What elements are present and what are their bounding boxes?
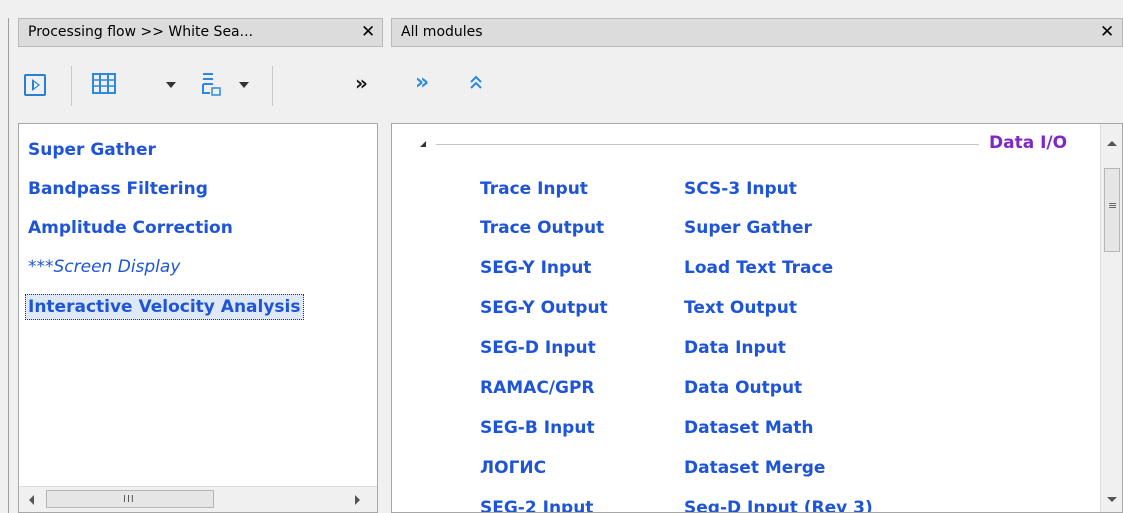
scroll-down-icon[interactable] <box>1107 497 1117 502</box>
horizontal-scrollbar[interactable]: III <box>19 486 377 512</box>
flow-list: Super Gather Bandpass Filtering Amplitud… <box>18 123 378 513</box>
chevron-down-icon[interactable] <box>239 82 249 88</box>
module-item[interactable]: SEG-Y Input <box>480 258 591 278</box>
module-item[interactable]: Text Output <box>684 298 797 318</box>
all-modules-tab[interactable]: All modules ✕ <box>391 18 1123 47</box>
scroll-up-icon[interactable] <box>1107 141 1117 146</box>
grip-icon: ≡ <box>1108 199 1118 212</box>
flow-item[interactable]: Bandpass Filtering <box>28 179 208 199</box>
flow-item[interactable]: Super Gather <box>28 140 156 160</box>
module-list: Data I/O Trace Input Trace Output SEG-Y … <box>391 123 1123 513</box>
columns-icon[interactable] <box>92 73 118 99</box>
toolbar-overflow-icon[interactable]: » <box>355 71 368 95</box>
modules-toolbar: » <box>391 60 1123 114</box>
group-divider <box>436 144 979 145</box>
module-item[interactable]: SEG-2 Input <box>480 498 593 512</box>
flow-item-selected[interactable]: Interactive Velocity Analysis <box>25 294 304 320</box>
module-item[interactable]: SCS-3 Input <box>684 179 797 199</box>
chevron-down-icon[interactable] <box>166 82 176 88</box>
close-icon[interactable]: ✕ <box>361 22 375 42</box>
scroll-right-icon[interactable] <box>355 495 360 505</box>
grip-icon: III <box>123 494 135 505</box>
module-item[interactable]: Dataset Merge <box>684 458 825 478</box>
module-item[interactable]: ЛОГИС <box>480 458 546 478</box>
vertical-scrollbar[interactable]: ≡ <box>1100 124 1122 512</box>
close-icon[interactable]: ✕ <box>1100 22 1114 42</box>
toolbar-separator <box>272 66 273 106</box>
module-item[interactable]: RAMAC/GPR <box>480 378 595 398</box>
processing-flow-tab[interactable]: Processing flow >> White Sea... ✕ <box>18 18 383 47</box>
module-item[interactable]: Trace Output <box>480 218 604 238</box>
processing-flow-panel: Processing flow >> White Sea... ✕ » Supe… <box>0 0 385 513</box>
tab-title: Processing flow >> White Sea... <box>28 24 253 40</box>
scrollbar-thumb[interactable]: ≡ <box>1104 168 1120 252</box>
group-title[interactable]: Data I/O <box>989 133 1067 153</box>
module-item[interactable]: Super Gather <box>684 218 812 238</box>
module-item[interactable]: Load Text Trace <box>684 258 833 278</box>
module-item[interactable]: Data Output <box>684 378 802 398</box>
collapse-all-icon[interactable] <box>469 74 483 94</box>
flow-item[interactable]: Amplitude Correction <box>28 218 233 238</box>
scroll-left-icon[interactable] <box>29 495 34 505</box>
module-item[interactable]: Data Input <box>684 338 786 358</box>
module-item[interactable]: SEG-B Input <box>480 418 595 438</box>
module-item[interactable]: Trace Input <box>480 179 588 199</box>
flow-toolbar: » <box>18 60 383 114</box>
collapse-triangle-icon[interactable] <box>420 141 426 147</box>
tab-title: All modules <box>401 24 483 40</box>
flow-item-disabled[interactable]: ***Screen Display <box>28 257 180 277</box>
module-item[interactable]: Seg-D Input (Rev 3) <box>684 498 873 512</box>
tree-list-icon[interactable] <box>200 71 226 101</box>
expand-all-icon[interactable]: » <box>415 70 429 95</box>
module-item[interactable]: Dataset Math <box>684 418 814 438</box>
run-flow-icon[interactable] <box>24 74 46 96</box>
scrollbar-thumb[interactable]: III <box>46 490 214 508</box>
panel-edge <box>8 18 9 513</box>
module-item[interactable]: SEG-Y Output <box>480 298 608 318</box>
module-item[interactable]: SEG-D Input <box>480 338 596 358</box>
toolbar-separator <box>71 66 72 106</box>
